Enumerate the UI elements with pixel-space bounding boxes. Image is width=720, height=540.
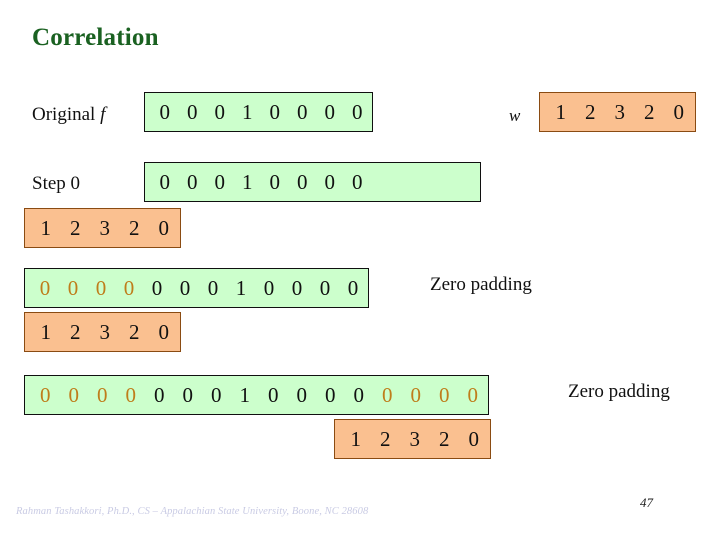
signal-pad-left-cell: 0 (319, 275, 331, 300)
signal-pad-both-cell: 0 (467, 382, 479, 407)
row-label-original: Original f (32, 105, 105, 124)
kernel-top-cell: 2 (644, 99, 655, 124)
signal-pad-both-cell: 0 (97, 382, 108, 407)
kernel-pad-both-cell: 3 (409, 426, 421, 451)
signal-step0-cell: 0 (269, 169, 281, 194)
signal-original-cell: 0 (352, 99, 363, 124)
kernel-step0-cell: 2 (129, 215, 140, 240)
signal-step0-blank-cell: 0 (399, 172, 427, 193)
kernel-variable-label-top: w (509, 106, 521, 125)
signal-pad-both-cell: 0 (211, 382, 222, 407)
signal-pad-both-cell: 0 (268, 382, 279, 407)
kernel-pad-left-cell: 1 (40, 319, 52, 344)
kernel-pad-both-cell: 0 (468, 426, 480, 451)
signal-pad-left-cell: 0 (95, 275, 107, 300)
signal-pad-left-cell: 0 (347, 275, 359, 300)
footer-credit: Rahman Tashakkori, Ph.D., CS – Appalachi… (16, 506, 369, 517)
signal-strip-pad-both: 0000000100000000 (24, 375, 489, 415)
kernel-top-cell: 1 (555, 99, 567, 124)
signal-step0-cell: 0 (352, 169, 363, 194)
kernel-top-cell: 0 (673, 99, 685, 124)
kernel-pad-left-cell: 0 (158, 319, 170, 344)
signal-pad-both-cell: 0 (182, 382, 194, 407)
signal-pad-left-cell: 0 (291, 275, 303, 300)
zero-padding-note-left: Zero padding (430, 274, 532, 295)
signal-pad-left-cell: 0 (151, 275, 163, 300)
signal-original-cell: 1 (242, 99, 253, 124)
signal-pad-both-cell: 1 (239, 382, 251, 407)
kernel-step0-cell: 1 (40, 215, 52, 240)
signal-step0-cell: 0 (159, 169, 171, 194)
kernel-step0-cell: 0 (158, 215, 170, 240)
signal-original-cell: 0 (324, 99, 336, 124)
signal-step0-cell: 0 (324, 169, 336, 194)
row-label-original-text: Original (32, 104, 96, 125)
kernel-strip-pad-both: 12320 (334, 419, 491, 459)
kernel-pad-left-cell: 2 (70, 319, 81, 344)
slide-canvas: Correlation Original f 00010000 w 12320 … (0, 0, 720, 540)
signal-strip-step0: 000100000000 (144, 162, 481, 202)
kernel-top-cell: 2 (585, 99, 596, 124)
kernel-pad-left-cell: 3 (99, 319, 111, 344)
kernel-pad-both-cell: 2 (380, 426, 391, 451)
signal-pad-left-cell: 0 (263, 275, 275, 300)
signal-pad-left-cell: 0 (207, 275, 219, 300)
kernel-strip-step0: 12320 (24, 208, 181, 248)
row-label-step0: Step 0 (32, 173, 81, 194)
signal-original-cell: 0 (297, 99, 308, 124)
signal-step0-cell: 0 (187, 169, 198, 194)
kernel-pad-both-cell: 1 (350, 426, 362, 451)
row-label-original-variable: f (100, 104, 106, 125)
signal-pad-left-cell: 1 (235, 275, 247, 300)
signal-original-cell: 0 (269, 99, 281, 124)
zero-padding-note-both: Zero padding (568, 381, 670, 402)
kernel-step0-cell: 3 (99, 215, 111, 240)
signal-original-cell: 0 (187, 99, 198, 124)
kernel-strip-pad-left: 12320 (24, 312, 181, 352)
signal-strip-original: 00010000 (144, 92, 373, 132)
signal-pad-both-cell: 0 (296, 382, 308, 407)
signal-step0-blank-cell: 0 (371, 172, 399, 193)
signal-pad-both-cell: 0 (325, 382, 336, 407)
signal-pad-left-cell: 0 (67, 275, 79, 300)
signal-pad-both-cell: 0 (410, 382, 422, 407)
kernel-step0-cell: 2 (70, 215, 81, 240)
signal-pad-both-cell: 0 (125, 382, 137, 407)
signal-pad-left-cell: 0 (179, 275, 191, 300)
kernel-pad-both-cell: 2 (439, 426, 450, 451)
kernel-top-cell: 3 (614, 99, 626, 124)
signal-pad-left-cell: 0 (123, 275, 135, 300)
signal-step0-cell: 1 (242, 169, 253, 194)
signal-step0-blank-cell: 0 (426, 172, 454, 193)
signal-pad-both-cell: 0 (154, 382, 165, 407)
signal-pad-both-cell: 0 (353, 382, 365, 407)
signal-strip-pad-left: 000000010000 (24, 268, 369, 308)
signal-original-cell: 0 (214, 99, 226, 124)
signal-pad-both-cell: 0 (40, 382, 51, 407)
kernel-pad-left-cell: 2 (129, 319, 140, 344)
signal-step0-blank-cell: 0 (454, 172, 482, 193)
page-title: Correlation (32, 24, 159, 51)
signal-step0-cell: 0 (214, 169, 226, 194)
signal-pad-both-cell: 0 (382, 382, 393, 407)
signal-pad-both-cell: 0 (439, 382, 450, 407)
signal-pad-left-cell: 0 (39, 275, 51, 300)
kernel-strip-top: 12320 (539, 92, 696, 132)
signal-step0-cell: 0 (297, 169, 308, 194)
signal-pad-both-cell: 0 (68, 382, 80, 407)
slide-number: 47 (640, 495, 653, 510)
signal-original-cell: 0 (159, 99, 171, 124)
